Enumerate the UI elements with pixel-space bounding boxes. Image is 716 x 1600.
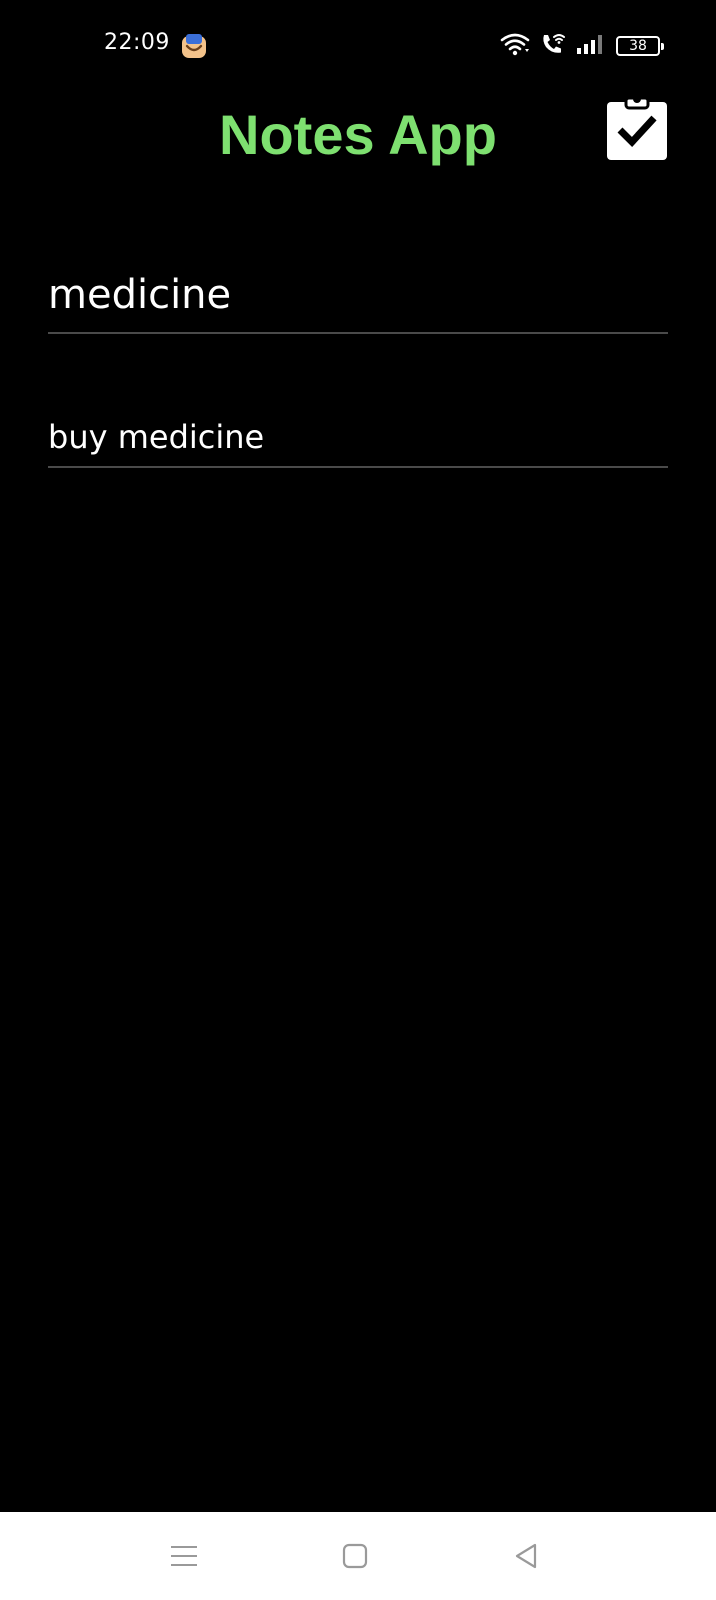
app-header: Notes App	[0, 92, 716, 182]
clipboard-check-icon	[607, 95, 667, 160]
note-content-field	[48, 412, 668, 468]
home-icon	[342, 1543, 368, 1569]
status-time: 22:09	[104, 30, 170, 55]
back-icon	[515, 1543, 537, 1569]
signal-icon	[576, 33, 606, 60]
home-button[interactable]	[333, 1534, 377, 1578]
note-content-input[interactable]	[48, 412, 668, 462]
battery-indicator: 38	[616, 36, 664, 56]
menu-icon	[171, 1546, 197, 1566]
note-title-input[interactable]	[48, 262, 668, 328]
save-button[interactable]	[606, 94, 668, 160]
back-button[interactable]	[504, 1534, 548, 1578]
note-title-field	[48, 262, 668, 334]
status-bar: 22:09 38	[0, 0, 716, 92]
wifi-call-icon	[540, 32, 566, 61]
mailbox-icon	[181, 33, 207, 59]
wifi-icon	[500, 32, 530, 61]
menu-button[interactable]	[162, 1534, 206, 1578]
status-indicators: 38	[500, 32, 664, 61]
navigation-bar	[0, 1512, 716, 1600]
